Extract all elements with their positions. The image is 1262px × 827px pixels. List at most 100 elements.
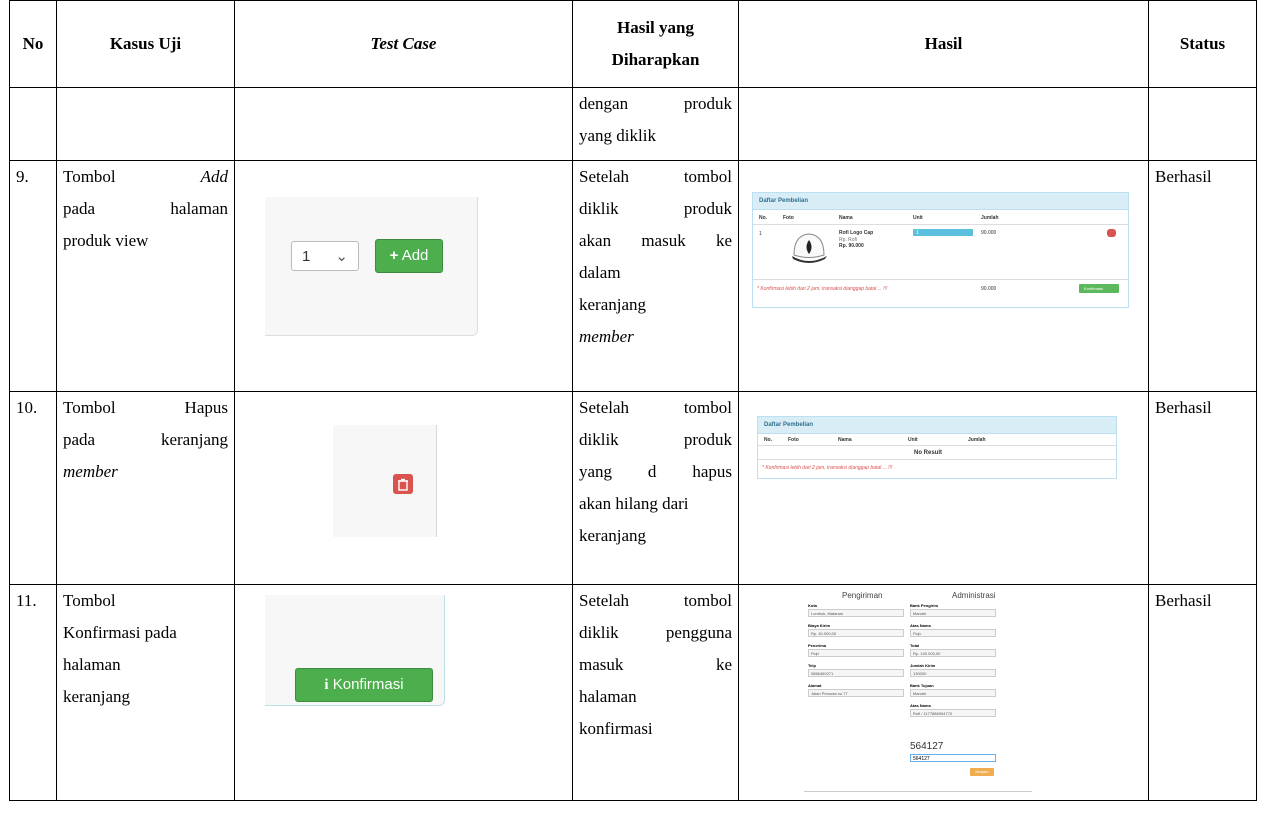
test-results-table: No Kasus Uji Test Case Hasil yang Diharap…	[9, 0, 1257, 801]
text-line: keranjang	[579, 526, 647, 545]
field-input[interactable]: Jalan Pemuda no 77	[808, 689, 904, 697]
item-number: 1	[759, 231, 762, 237]
add-button[interactable]: + Add	[375, 239, 443, 273]
add-button-label: Add	[401, 247, 429, 264]
text-line: halaman	[63, 655, 121, 674]
field-value: Mandiri	[913, 691, 927, 696]
text-line: yang diklik	[579, 126, 656, 145]
header-test-case: Test Case	[234, 0, 573, 88]
quantity-value: 1	[302, 248, 311, 265]
header-hasil-diharapkan-line1: Hasil yang	[617, 18, 694, 37]
text-word: pada	[63, 199, 96, 218]
col-nama: Nama	[839, 215, 853, 221]
field-input[interactable]: Rofi / 1177888904770	[910, 709, 996, 717]
text-line: member	[579, 327, 634, 346]
text-line: Setelah tombol	[579, 398, 732, 417]
delete-button[interactable]	[393, 474, 413, 494]
field-input[interactable]: Rp. 40.000,00	[808, 629, 904, 637]
field-value: 0856460271	[811, 671, 834, 676]
text-line: Setelah tombol	[579, 591, 732, 610]
text-line: diklik produk	[579, 199, 732, 218]
cart-panel: Daftar Pembelian No. Foto Nama Unit Juml…	[752, 192, 1129, 308]
header-row: No Kasus Uji Test Case Hasil yang Diharap…	[9, 0, 1257, 88]
plus-icon: +	[389, 247, 399, 264]
delete-button[interactable]	[1107, 229, 1116, 237]
row-number: 11.	[9, 584, 57, 801]
field-input[interactable]: Lombok, Mataram	[808, 609, 904, 617]
header-kasus-uji: Kasus Uji	[56, 0, 235, 88]
text-line: pada keranjang	[63, 430, 228, 449]
warning-note: * Konfirmasi lebih dari 2 jam, transaksi…	[757, 286, 888, 292]
field-input[interactable]: Mandiri	[910, 689, 996, 697]
row-number: 10.	[9, 391, 57, 585]
expected-cell: Setelah tombol diklik pengguna masuk ke …	[572, 584, 739, 801]
trash-icon	[398, 478, 408, 491]
text-line: produk view	[63, 231, 149, 250]
header-hasil-diharapkan-line2: Diharapkan	[611, 50, 700, 69]
text-line: keranjang	[579, 295, 647, 314]
field-value: Rp. 40.000,00	[811, 631, 837, 636]
case-cell: Tombol Add pada halaman produk view	[56, 160, 235, 392]
administrasi-title: Administrasi	[952, 591, 996, 600]
text-line: akan masuk ke	[579, 231, 732, 250]
row-number: 9.	[9, 160, 57, 392]
captcha-input[interactable]: 564127	[910, 754, 996, 762]
field-value: Lombok, Mataram	[811, 611, 844, 616]
cap-product-image	[792, 233, 827, 263]
field-input[interactable]: 130000	[910, 669, 996, 677]
testcase-screenshot	[333, 425, 437, 537]
text-line: Tombol	[63, 591, 116, 610]
table-row: 10. Tombol Hapus pada keranjang member S…	[9, 391, 1257, 585]
col-unit: Unit	[908, 437, 918, 443]
unit-select[interactable]: 1	[913, 229, 973, 236]
text-line: Setelah tombol	[579, 167, 732, 186]
expected-cell: dengan produk yang diklik	[572, 87, 739, 161]
captcha-text: 564127	[910, 741, 944, 752]
field-value: Rp. 130.000,00	[913, 651, 941, 656]
result-cell: Daftar Pembelian No. Foto Nama Unit Juml…	[738, 391, 1149, 585]
field-input[interactable]: 0856460271	[808, 669, 904, 677]
text-line: dalam	[579, 263, 621, 282]
text-line: konfirmasi	[579, 719, 653, 738]
text-line: diklik produk	[579, 430, 732, 449]
status-cell: Berhasil	[1148, 391, 1257, 585]
field-input[interactable]: Fiqh	[808, 649, 904, 657]
text-line: Konfirmasi pada	[63, 623, 177, 642]
result-cell: Daftar Pembelian No. Foto Nama Unit Juml…	[738, 160, 1149, 392]
table-row: dengan produk yang diklik	[9, 87, 1257, 161]
text-word: Tombol	[63, 167, 116, 186]
case-cell: Tombol Hapus pada keranjang member	[56, 391, 235, 585]
item-price: Rp. 90.000	[839, 243, 864, 249]
testcase-cell: i Konfirmasi	[234, 584, 573, 801]
text-line: Tombol Hapus	[63, 398, 228, 417]
table-row: 11. Tombol Konfirmasi pada halaman keran…	[9, 584, 1257, 801]
chevron-down-icon: ⌄	[335, 248, 348, 265]
text-word: halaman	[170, 199, 228, 218]
field-input[interactable]: Mandiri	[910, 609, 996, 617]
field-input[interactable]: Fiqh	[910, 629, 996, 637]
simpan-button[interactable]: Simpan	[970, 768, 994, 776]
text-word: Add	[200, 167, 228, 186]
info-icon: i	[324, 677, 329, 693]
warning-note: * Konfirmasi lebih dari 2 jam, transaksi…	[762, 465, 893, 471]
header-no: No	[9, 0, 57, 88]
header-hasil-diharapkan: Hasil yang Diharapkan	[572, 0, 739, 88]
pengiriman-title: Pengiriman	[842, 591, 883, 600]
testcase-cell	[234, 391, 573, 585]
status-cell: Berhasil	[1148, 584, 1257, 801]
field-value: 130000	[913, 671, 927, 676]
case-cell: Tombol Konfirmasi pada halaman keranjang	[56, 584, 235, 801]
text-line: yang d hapus	[579, 462, 732, 481]
quantity-select[interactable]: 1 ⌄	[291, 241, 359, 271]
col-no: No.	[764, 437, 773, 443]
field-input[interactable]: Rp. 130.000,00	[910, 649, 996, 657]
field-value: Jalan Pemuda no 77	[811, 691, 848, 696]
konfirmasi-button[interactable]: i Konfirmasi	[295, 668, 433, 702]
text-line: diklik pengguna	[579, 623, 732, 642]
result-cell: Pengiriman Administrasi Kota Lombok, Mata…	[738, 584, 1149, 801]
confirm-button[interactable]: Konfirmasi	[1079, 284, 1119, 293]
text-line: masuk ke	[579, 655, 732, 674]
text-line: keranjang	[63, 687, 131, 706]
field-value: Fiqh	[811, 651, 819, 656]
text-line: akan hilang dari	[579, 494, 689, 513]
